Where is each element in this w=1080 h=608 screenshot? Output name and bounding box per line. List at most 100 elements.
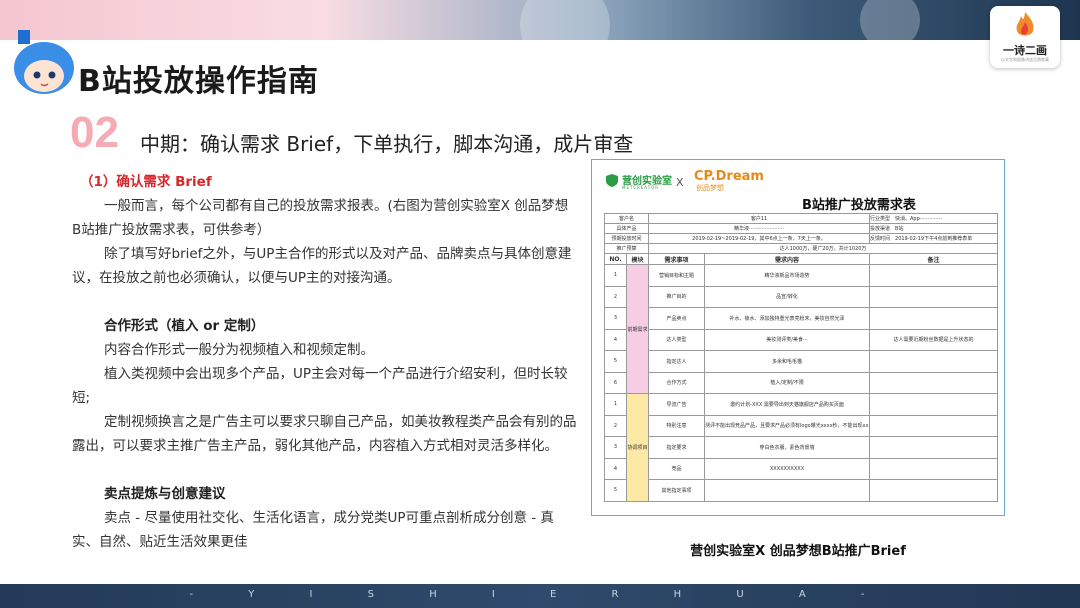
- info-label: 反馈时间 2019-02-19下午4点前到推荐表单: [869, 233, 999, 244]
- paragraph: 卖点 - 尽量使用社交化、生活化语言，成分党类UP可重点剖析成分创意 - 真实、…: [72, 510, 554, 550]
- info-label: 客户名: [603, 213, 650, 224]
- paragraph: 植入类视频中会出现多个产品，UP主会对每一个产品进行介绍安利，但时长较短;: [72, 366, 568, 406]
- top-banner: [0, 0, 1080, 70]
- info-value: 精华液······················: [648, 223, 871, 234]
- brand-separator: X: [676, 176, 684, 189]
- bottom-banner: - Y I S H I E R H U A -: [0, 584, 1080, 608]
- section-number: 02: [70, 108, 119, 157]
- flame-icon: [1016, 12, 1034, 36]
- requirement-note: [869, 479, 999, 502]
- brand-logo: 一诗二画 以文字和图像讲述品牌故事: [990, 6, 1060, 68]
- requirement-content: 多余和毛毛猫: [704, 350, 871, 373]
- brand-cpdream-sub: 创品梦想: [696, 184, 724, 192]
- brand-cpdream: CP.Dream: [694, 169, 764, 184]
- requirement-content: [704, 479, 871, 502]
- column-header: 备注: [869, 253, 999, 265]
- heading-selling-points: 卖点提炼与创意建议: [104, 486, 226, 502]
- brief-table: 客户名 客户11 行业类型 快消、App·············· 具体产品 精华液·…: [603, 213, 999, 502]
- requirement-item: 指定达人: [648, 350, 706, 373]
- requirement-note: [869, 264, 999, 287]
- requirement-item: 合作方式: [648, 371, 706, 394]
- requirement-note: [869, 436, 999, 459]
- info-value: 2019-02-19~2019-02-19，其中6点上一条，7天上一条。: [648, 233, 871, 244]
- requirement-content: 品宣/转化: [704, 285, 871, 308]
- row-number: 3: [604, 307, 627, 330]
- row-number: 1: [604, 393, 627, 416]
- requirement-content: 穿白色衣服，素色背景墙: [704, 436, 871, 459]
- paragraph: 除了填写好brief之外，与UP主合作的形式以及对产品、品牌卖点与具体创意建议，…: [72, 246, 572, 286]
- table-row: 5 指定达人 多余和毛毛猫: [604, 350, 999, 373]
- requirement-item: 竞品: [648, 457, 706, 480]
- logo-subtext: 以文字和图像讲述品牌故事: [1001, 57, 1049, 62]
- figure-caption: 营创实验室X 创品梦想B站推广Brief: [690, 544, 906, 559]
- heading-cooperation-form: 合作形式（植入 or 定制）: [104, 318, 265, 334]
- requirement-note: [869, 393, 999, 416]
- info-label: 预期投放时间: [603, 233, 650, 244]
- requirement-note: [869, 285, 999, 308]
- table-row: 4 竞品 XXXXXXXXXX: [604, 457, 999, 480]
- table-row: 3 产品卖点 补水、锁水、添加独特重光表亮粉末，美妆自然光泽: [604, 307, 999, 330]
- brand-metcreator-sub: METCREATOR: [622, 185, 660, 190]
- requirement-note: [869, 371, 999, 394]
- mascot-avatar-icon: [14, 30, 74, 94]
- requirement-item: 推广目的: [648, 285, 706, 308]
- column-header: 需求内容: [704, 253, 871, 265]
- info-label: 行业类型 快消、App··············: [869, 213, 999, 224]
- body-text: （1）确认需求 Brief 一般而言，每个公司都有自己的投放需求报表。(右图为营…: [72, 170, 577, 554]
- info-value: 达人1000万，硬广20万，共计1020万: [648, 243, 999, 254]
- info-label: 投放渠道 B站: [869, 223, 999, 234]
- heading-confirm-brief: （1）确认需求 Brief: [80, 174, 212, 190]
- table-row: NO. 模块 需求事项 需求内容 备注: [604, 253, 999, 265]
- table-row: 预期投放时间 2019-02-19~2019-02-19，其中6点上一条，7天上一…: [603, 233, 999, 244]
- table-row: 具体产品 精华液······················ 投放渠道 B站: [603, 223, 999, 234]
- row-number: 3: [604, 436, 627, 459]
- requirement-item: 指定要求: [648, 436, 706, 459]
- table-row: 6 合作方式 植入/定制/不限: [604, 371, 999, 394]
- column-header: 模块: [625, 253, 650, 265]
- requirement-content: 邀约计划-XXX 需要导出到天猫旗舰店产品购买页面: [704, 393, 871, 416]
- table-row: 推广预算 达人1000万，硬广20万，共计1020万: [603, 243, 999, 254]
- table-row: 客户名 客户11 行业类型 快消、App··············: [603, 213, 999, 224]
- module-label: 前期需求: [625, 264, 650, 394]
- row-number: 4: [604, 457, 627, 480]
- requirement-content: 测评不能出现竞品产品，且要求产品必须有logo曝光xxxx秒，不能出现xxxx词…: [704, 414, 871, 437]
- column-header: NO.: [604, 253, 627, 265]
- row-number: 5: [604, 350, 627, 373]
- requirement-item: 营销目标和主题: [648, 264, 706, 287]
- paragraph: 一般而言，每个公司都有自己的投放需求报表。(右图为营创实验室X 创品梦想B站推广…: [72, 198, 569, 238]
- requirement-note: 达人需要近期粉丝数据是上升状态的: [869, 328, 999, 351]
- requirement-item: 产品卖点: [648, 307, 706, 330]
- row-number: 4: [604, 328, 627, 351]
- row-number: 5: [604, 479, 627, 502]
- table-row: 3 指定要求 穿白色衣服，素色背景墙: [604, 436, 999, 459]
- requirement-content: XXXXXXXXXX: [704, 457, 871, 480]
- form-title: B站推广投放需求表: [802, 198, 916, 213]
- page-title: B站投放操作指南: [78, 64, 319, 99]
- requirement-content: 美妆测评类/美食···: [704, 328, 871, 351]
- shield-logo-icon: [606, 174, 618, 187]
- table-row: 2 特别注意 测评不能出现竞品产品，且要求产品必须有logo曝光xxxx秒，不能出现…: [604, 414, 999, 437]
- column-header: 需求事项: [648, 253, 706, 265]
- table-row: 1 前期需求 营销目标和主题 精华液新品市场造势: [604, 264, 999, 394]
- row-number: 2: [604, 414, 627, 437]
- table-row: 5 其他指定事项: [604, 479, 999, 502]
- requirement-note: [869, 457, 999, 480]
- info-label: 具体产品: [603, 223, 650, 234]
- requirement-content: 补水、锁水、添加独特重光表亮粉末，美妆自然光泽: [704, 307, 871, 330]
- requirement-note: [869, 307, 999, 330]
- requirement-note: [869, 414, 999, 437]
- module-label: 协调项目: [625, 393, 650, 502]
- table-row: 4 达人类型 美妆测评类/美食··· 达人需要近期粉丝数据是上升状态的: [604, 328, 999, 351]
- section-title: 中期：确认需求 Brief，下单执行，脚本沟通，成片审查: [140, 132, 634, 156]
- requirement-item: 特别注意: [648, 414, 706, 437]
- requirement-item: 达人类型: [648, 328, 706, 351]
- table-row: 1 协调项目 导流广告 邀约计划-XXX 需要导出到天猫旗舰店产品购买页面: [604, 393, 999, 502]
- row-number: 6: [604, 371, 627, 394]
- table-row: 2 推广目的 品宣/转化: [604, 285, 999, 308]
- paragraph: 内容合作形式一般分为视频植入和视频定制。: [104, 342, 374, 358]
- row-number: 2: [604, 285, 627, 308]
- requirement-item: 导流广告: [648, 393, 706, 416]
- requirement-note: [869, 350, 999, 373]
- footer-text: - Y I S H I E R H U A -: [189, 589, 891, 600]
- paragraph: 定制视频换言之是广告主可以要求只聊自己产品，如美妆教程类产品会有别的品露出，可以…: [72, 414, 577, 454]
